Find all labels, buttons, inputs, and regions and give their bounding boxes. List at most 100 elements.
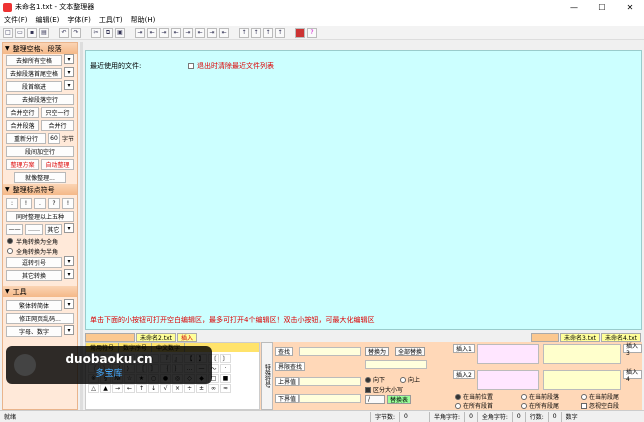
char-cell[interactable]: 〕 bbox=[220, 354, 231, 363]
cut-icon[interactable]: ✂ bbox=[91, 27, 101, 38]
section-tools-header[interactable]: ▼ 工具 bbox=[3, 286, 77, 297]
reflow-value-input[interactable]: 60 bbox=[47, 133, 60, 144]
ellipsis-button[interactable]: …… bbox=[25, 224, 43, 235]
find-input[interactable] bbox=[299, 347, 361, 356]
help-icon[interactable]: ? bbox=[307, 27, 317, 38]
dropdown-icon[interactable]: ▾ bbox=[64, 256, 74, 266]
open-icon[interactable]: ▭ bbox=[15, 27, 25, 38]
remove-all-spaces-button[interactable]: 去掉所有空格 bbox=[6, 55, 62, 66]
close-button[interactable]: ✕ bbox=[616, 0, 644, 14]
char-cell[interactable]: ≈ bbox=[220, 384, 231, 393]
move-icon[interactable]: ⇥ bbox=[159, 27, 169, 38]
insert4-input[interactable] bbox=[543, 370, 621, 390]
direction-down-radio[interactable]: 向下 bbox=[365, 375, 385, 384]
char-cell[interactable]: → bbox=[112, 384, 123, 393]
other-punct-button[interactable]: 其它 bbox=[44, 224, 62, 235]
maximize-button[interactable]: ☐ bbox=[588, 0, 616, 14]
punct-colon-button[interactable]: : bbox=[6, 198, 18, 209]
punct-excl2-button[interactable]: ! bbox=[62, 198, 74, 209]
tab-untitled3[interactable]: 未命名3.txt bbox=[560, 333, 601, 342]
move-icon[interactable]: ⇥ bbox=[207, 27, 217, 38]
move-icon[interactable]: ⇤ bbox=[171, 27, 181, 38]
boundary-find-button[interactable]: 界限查找 bbox=[275, 362, 306, 371]
redo-icon[interactable]: ↷ bbox=[71, 27, 81, 38]
up-icon[interactable]: ↑ bbox=[239, 27, 249, 38]
tab-empty2[interactable] bbox=[531, 333, 560, 342]
other-convert-button[interactable]: 其它转换 bbox=[6, 270, 62, 281]
dash-button[interactable]: —— bbox=[6, 224, 24, 235]
replace-input[interactable] bbox=[365, 360, 427, 369]
dropdown-icon[interactable]: ▾ bbox=[64, 54, 74, 64]
char-cell[interactable]: ← bbox=[124, 384, 135, 393]
punct-period-button[interactable]: . bbox=[34, 198, 46, 209]
fix-garbled-button[interactable]: 修正网页乱码... bbox=[6, 313, 74, 324]
dropdown-icon[interactable]: ▾ bbox=[64, 80, 74, 90]
char-cell[interactable]: ÷ bbox=[184, 384, 195, 393]
char-cell[interactable]: ▲ bbox=[100, 384, 111, 393]
replace-with-button[interactable]: 替换为 bbox=[365, 347, 390, 356]
opt-current-para-end-radio[interactable]: 在当前段尾 bbox=[581, 392, 619, 401]
color-icon[interactable] bbox=[295, 27, 305, 38]
save-icon[interactable]: ▪ bbox=[27, 27, 37, 38]
opt-current-para-radio[interactable]: 在当前段落 bbox=[521, 392, 559, 401]
copy-icon[interactable]: ⧉ bbox=[103, 27, 113, 38]
insert1-input[interactable] bbox=[477, 344, 539, 364]
char-cell[interactable]: √ bbox=[160, 384, 171, 393]
char-cell[interactable]: ↑ bbox=[136, 384, 147, 393]
simp-trad-button[interactable]: 繁体转简体 bbox=[6, 300, 62, 311]
move-icon[interactable]: ⇤ bbox=[147, 27, 157, 38]
move-icon[interactable]: ⇤ bbox=[219, 27, 229, 38]
organize-five-button[interactable]: 同时整理以上五种 bbox=[6, 211, 74, 222]
char-cell[interactable]: · bbox=[220, 364, 231, 373]
dropdown-icon[interactable]: ▾ bbox=[63, 223, 74, 233]
opt-all-para-end-radio[interactable]: 在所有段尾 bbox=[521, 401, 559, 410]
half-to-full-radio[interactable]: 半角转换为全角 bbox=[3, 236, 77, 246]
exit-clear-checkbox[interactable]: 退出时清除最近文件列表 bbox=[188, 61, 274, 71]
move-icon[interactable]: ⇥ bbox=[183, 27, 193, 38]
remove-blank-lines-button[interactable]: 去掉段落空行 bbox=[6, 94, 74, 105]
punct-excl-button[interactable]: ! bbox=[20, 198, 32, 209]
tidy-button[interactable]: 就像整理... bbox=[14, 172, 66, 183]
tab-empty[interactable] bbox=[85, 333, 135, 342]
char-cell[interactable]: × bbox=[172, 384, 183, 393]
merge-blank-button[interactable]: 合并空行 bbox=[6, 107, 39, 118]
para-indent-button[interactable]: 段首缩进 bbox=[6, 81, 62, 92]
replace-table-button[interactable]: 替换表 bbox=[387, 395, 412, 404]
char-cell[interactable]: ↓ bbox=[148, 384, 159, 393]
up-icon[interactable]: ↑ bbox=[275, 27, 285, 38]
menu-tools[interactable]: 工具(T) bbox=[99, 15, 123, 25]
new-icon[interactable]: □ bbox=[3, 27, 13, 38]
upper-input[interactable] bbox=[299, 377, 361, 386]
dropdown-icon[interactable]: ▾ bbox=[64, 299, 74, 309]
menu-font[interactable]: 字体(F) bbox=[67, 15, 91, 25]
only-one-line-button[interactable]: 只空一行 bbox=[41, 107, 74, 118]
full-to-half-radio[interactable]: 全角转换为半角 bbox=[3, 246, 77, 256]
replace-all-button[interactable]: 全部替换 bbox=[395, 347, 426, 356]
section-spaces-header[interactable]: ▼ 整理空格、段落 bbox=[3, 43, 77, 54]
case-sensitive-checkbox[interactable]: 区分大小写 bbox=[365, 385, 403, 394]
char-cell[interactable]: △ bbox=[88, 384, 99, 393]
menu-file[interactable]: 文件(F) bbox=[4, 15, 28, 25]
dropdown-icon[interactable]: ▾ bbox=[64, 325, 74, 335]
undo-icon[interactable]: ↶ bbox=[59, 27, 69, 38]
up-icon[interactable]: ↑ bbox=[251, 27, 261, 38]
letter-digit-button[interactable]: 字母、数字 bbox=[6, 326, 62, 337]
reflow-button[interactable]: 重新分行 bbox=[6, 133, 46, 144]
remove-leading-spaces-button[interactable]: 去掉段落首尾空格 bbox=[6, 68, 62, 79]
organize-plan-button[interactable]: 整理方案 bbox=[6, 159, 39, 170]
merge-para-button[interactable]: 合并段落 bbox=[6, 120, 39, 131]
punct-question-button[interactable]: ? bbox=[48, 198, 60, 209]
auto-organize-button[interactable]: 自动整理 bbox=[41, 159, 74, 170]
dropdown-icon[interactable]: ▾ bbox=[64, 269, 74, 279]
char-cell[interactable]: ∞ bbox=[208, 384, 219, 393]
direction-up-radio[interactable]: 向上 bbox=[400, 375, 420, 384]
slash-select[interactable]: / bbox=[365, 395, 385, 404]
move-icon[interactable]: ⇤ bbox=[195, 27, 205, 38]
opt-current-pos-radio[interactable]: 在当前位置 bbox=[455, 392, 493, 401]
insert3-input[interactable] bbox=[543, 344, 621, 364]
paste-icon[interactable]: ▣ bbox=[115, 27, 125, 38]
up-icon[interactable]: ↑ bbox=[263, 27, 273, 38]
char-cell[interactable]: ■ bbox=[220, 374, 231, 383]
tab-insert[interactable]: 插入 bbox=[176, 333, 197, 342]
opt-all-para-start-radio[interactable]: 在所有段首 bbox=[455, 401, 493, 410]
